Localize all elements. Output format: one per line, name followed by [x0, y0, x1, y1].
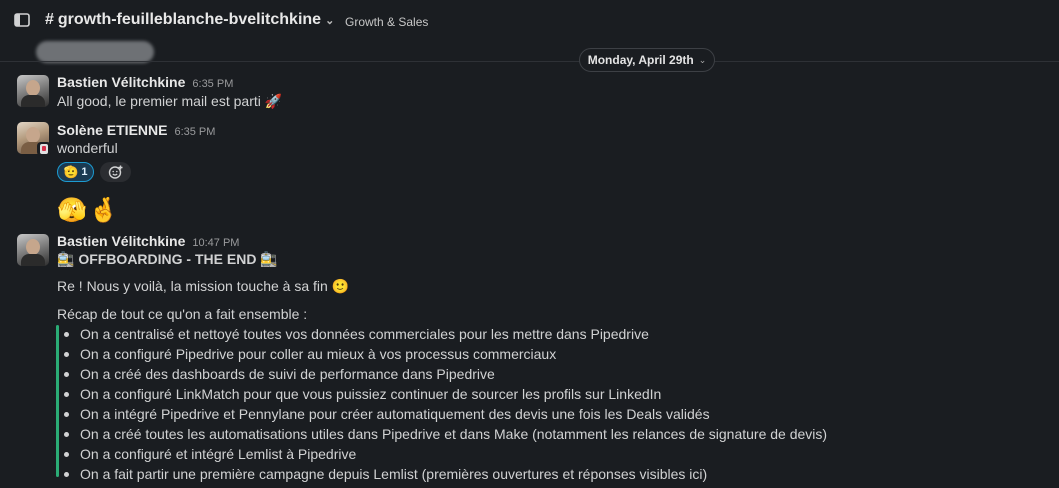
- chevron-down-icon: ⌄: [325, 14, 335, 27]
- list-item-text: On a créé toutes les automatisations uti…: [80, 425, 828, 442]
- station-icon: 🚉: [57, 252, 75, 269]
- reaction-button[interactable]: 🫡 1: [57, 162, 94, 182]
- bullet-icon: [64, 431, 69, 437]
- channel-description[interactable]: Growth & Sales: [345, 15, 428, 29]
- message-header: Bastien Vélitchkine 10:47 PM: [57, 233, 239, 249]
- message-text: Re ! Nous y voilà, la mission touche à s…: [57, 278, 349, 295]
- author-name[interactable]: Bastien Vélitchkine: [57, 233, 185, 249]
- channel-name: growth-feuilleblanche-bvelitchkine: [57, 11, 322, 28]
- list-item-text: On a fait partir une première campagne d…: [80, 465, 708, 482]
- message-header: Bastien Vélitchkine 6:35 PM: [57, 74, 233, 90]
- list-item-text: On a configuré Pipedrive pour coller au …: [80, 345, 557, 362]
- list-item: On a centralisé et nettoyé toutes vos do…: [61, 324, 827, 344]
- list-item-text: On a créé des dashboards de suivi de per…: [80, 365, 495, 382]
- list-item: On a configuré Pipedrive pour coller au …: [61, 344, 827, 364]
- author-name[interactable]: Bastien Vélitchkine: [57, 74, 185, 90]
- bullet-icon: [64, 371, 69, 377]
- status-badge: [37, 142, 51, 156]
- quote-bar: [56, 325, 59, 477]
- bullet-list: On a centralisé et nettoyé toutes vos do…: [61, 324, 827, 484]
- emoji-message: 🫣 🤞: [57, 196, 119, 224]
- list-item: On a fait partir une première campagne d…: [61, 464, 827, 484]
- message-timestamp[interactable]: 6:35 PM: [192, 78, 233, 90]
- message-body: Récap de tout ce qu'on a fait ensemble :: [57, 306, 308, 322]
- avatar-face: [26, 127, 40, 143]
- smile-icon: 🙂: [331, 279, 350, 296]
- list-item: On a configuré et intégré Lemlist à Pipe…: [61, 444, 827, 464]
- chevron-down-icon: ⌄: [698, 54, 707, 65]
- bullet-icon: [64, 451, 69, 457]
- message-text: All good, le premier mail est parti 🚀: [57, 93, 282, 110]
- list-item-text: On a intégré Pipedrive et Pennylane pour…: [80, 405, 710, 422]
- message-timestamp[interactable]: 10:47 PM: [192, 237, 239, 249]
- channel-title[interactable]: # growth-feuilleblanche-bvelitchkine ⌄: [45, 11, 334, 29]
- blurred-banner: [36, 41, 154, 63]
- message-header: Solène ETIENNE 6:35 PM: [57, 122, 215, 138]
- date-label: Monday, April 29th: [587, 53, 694, 67]
- date-divider-button[interactable]: Monday, April 29th ⌄: [579, 48, 715, 72]
- add-emoji-icon: [108, 165, 122, 179]
- sidebar-toggle-icon[interactable]: [14, 13, 30, 27]
- avatar-face: [26, 239, 40, 255]
- list-item: On a intégré Pipedrive et Pennylane pour…: [61, 404, 827, 424]
- message-timestamp[interactable]: 6:35 PM: [174, 126, 215, 138]
- avatar-body: [21, 254, 45, 266]
- avatar-face: [26, 80, 40, 96]
- rocket-icon: 🚀: [264, 94, 283, 111]
- saluting-face-icon: 🫡: [63, 165, 79, 179]
- list-item: On a créé toutes les automatisations uti…: [61, 424, 827, 444]
- avatar-body: [21, 95, 45, 107]
- bullet-icon: [64, 331, 69, 337]
- avatar[interactable]: [17, 234, 49, 266]
- message-title: 🚉 OFFBOARDING - THE END 🚉: [57, 251, 278, 268]
- peeking-face-icon: 🫣: [57, 196, 87, 224]
- author-name[interactable]: Solène ETIENNE: [57, 122, 167, 138]
- channel-header: # growth-feuilleblanche-bvelitchkine ⌄ G…: [0, 0, 1059, 44]
- avatar[interactable]: [17, 75, 49, 107]
- list-item-text: On a configuré LinkMatch pour que vous p…: [80, 385, 662, 402]
- bullet-icon: [64, 391, 69, 397]
- list-item-text: On a centralisé et nettoyé toutes vos do…: [80, 325, 649, 342]
- bullet-icon: [64, 411, 69, 417]
- add-reaction-button[interactable]: [100, 162, 131, 182]
- crossed-fingers-icon: 🤞: [88, 196, 119, 224]
- list-item-text: On a configuré et intégré Lemlist à Pipe…: [80, 445, 357, 462]
- date-divider-line: [0, 61, 1059, 62]
- bullet-icon: [64, 351, 69, 357]
- message-body: All good, le premier mail est parti: [57, 93, 261, 109]
- message-body: Re ! Nous y voilà, la mission touche à s…: [57, 278, 328, 294]
- channel-hash-icon: #: [45, 11, 54, 28]
- bullet-icon: [64, 471, 69, 477]
- message-body: wonderful: [57, 140, 118, 156]
- reaction-count: 1: [81, 166, 88, 178]
- station-icon: 🚉: [260, 252, 278, 269]
- message-title-text: OFFBOARDING - THE END: [78, 251, 257, 267]
- list-item: On a configuré LinkMatch pour que vous p…: [61, 384, 827, 404]
- list-item: On a créé des dashboards de suivi de per…: [61, 364, 827, 384]
